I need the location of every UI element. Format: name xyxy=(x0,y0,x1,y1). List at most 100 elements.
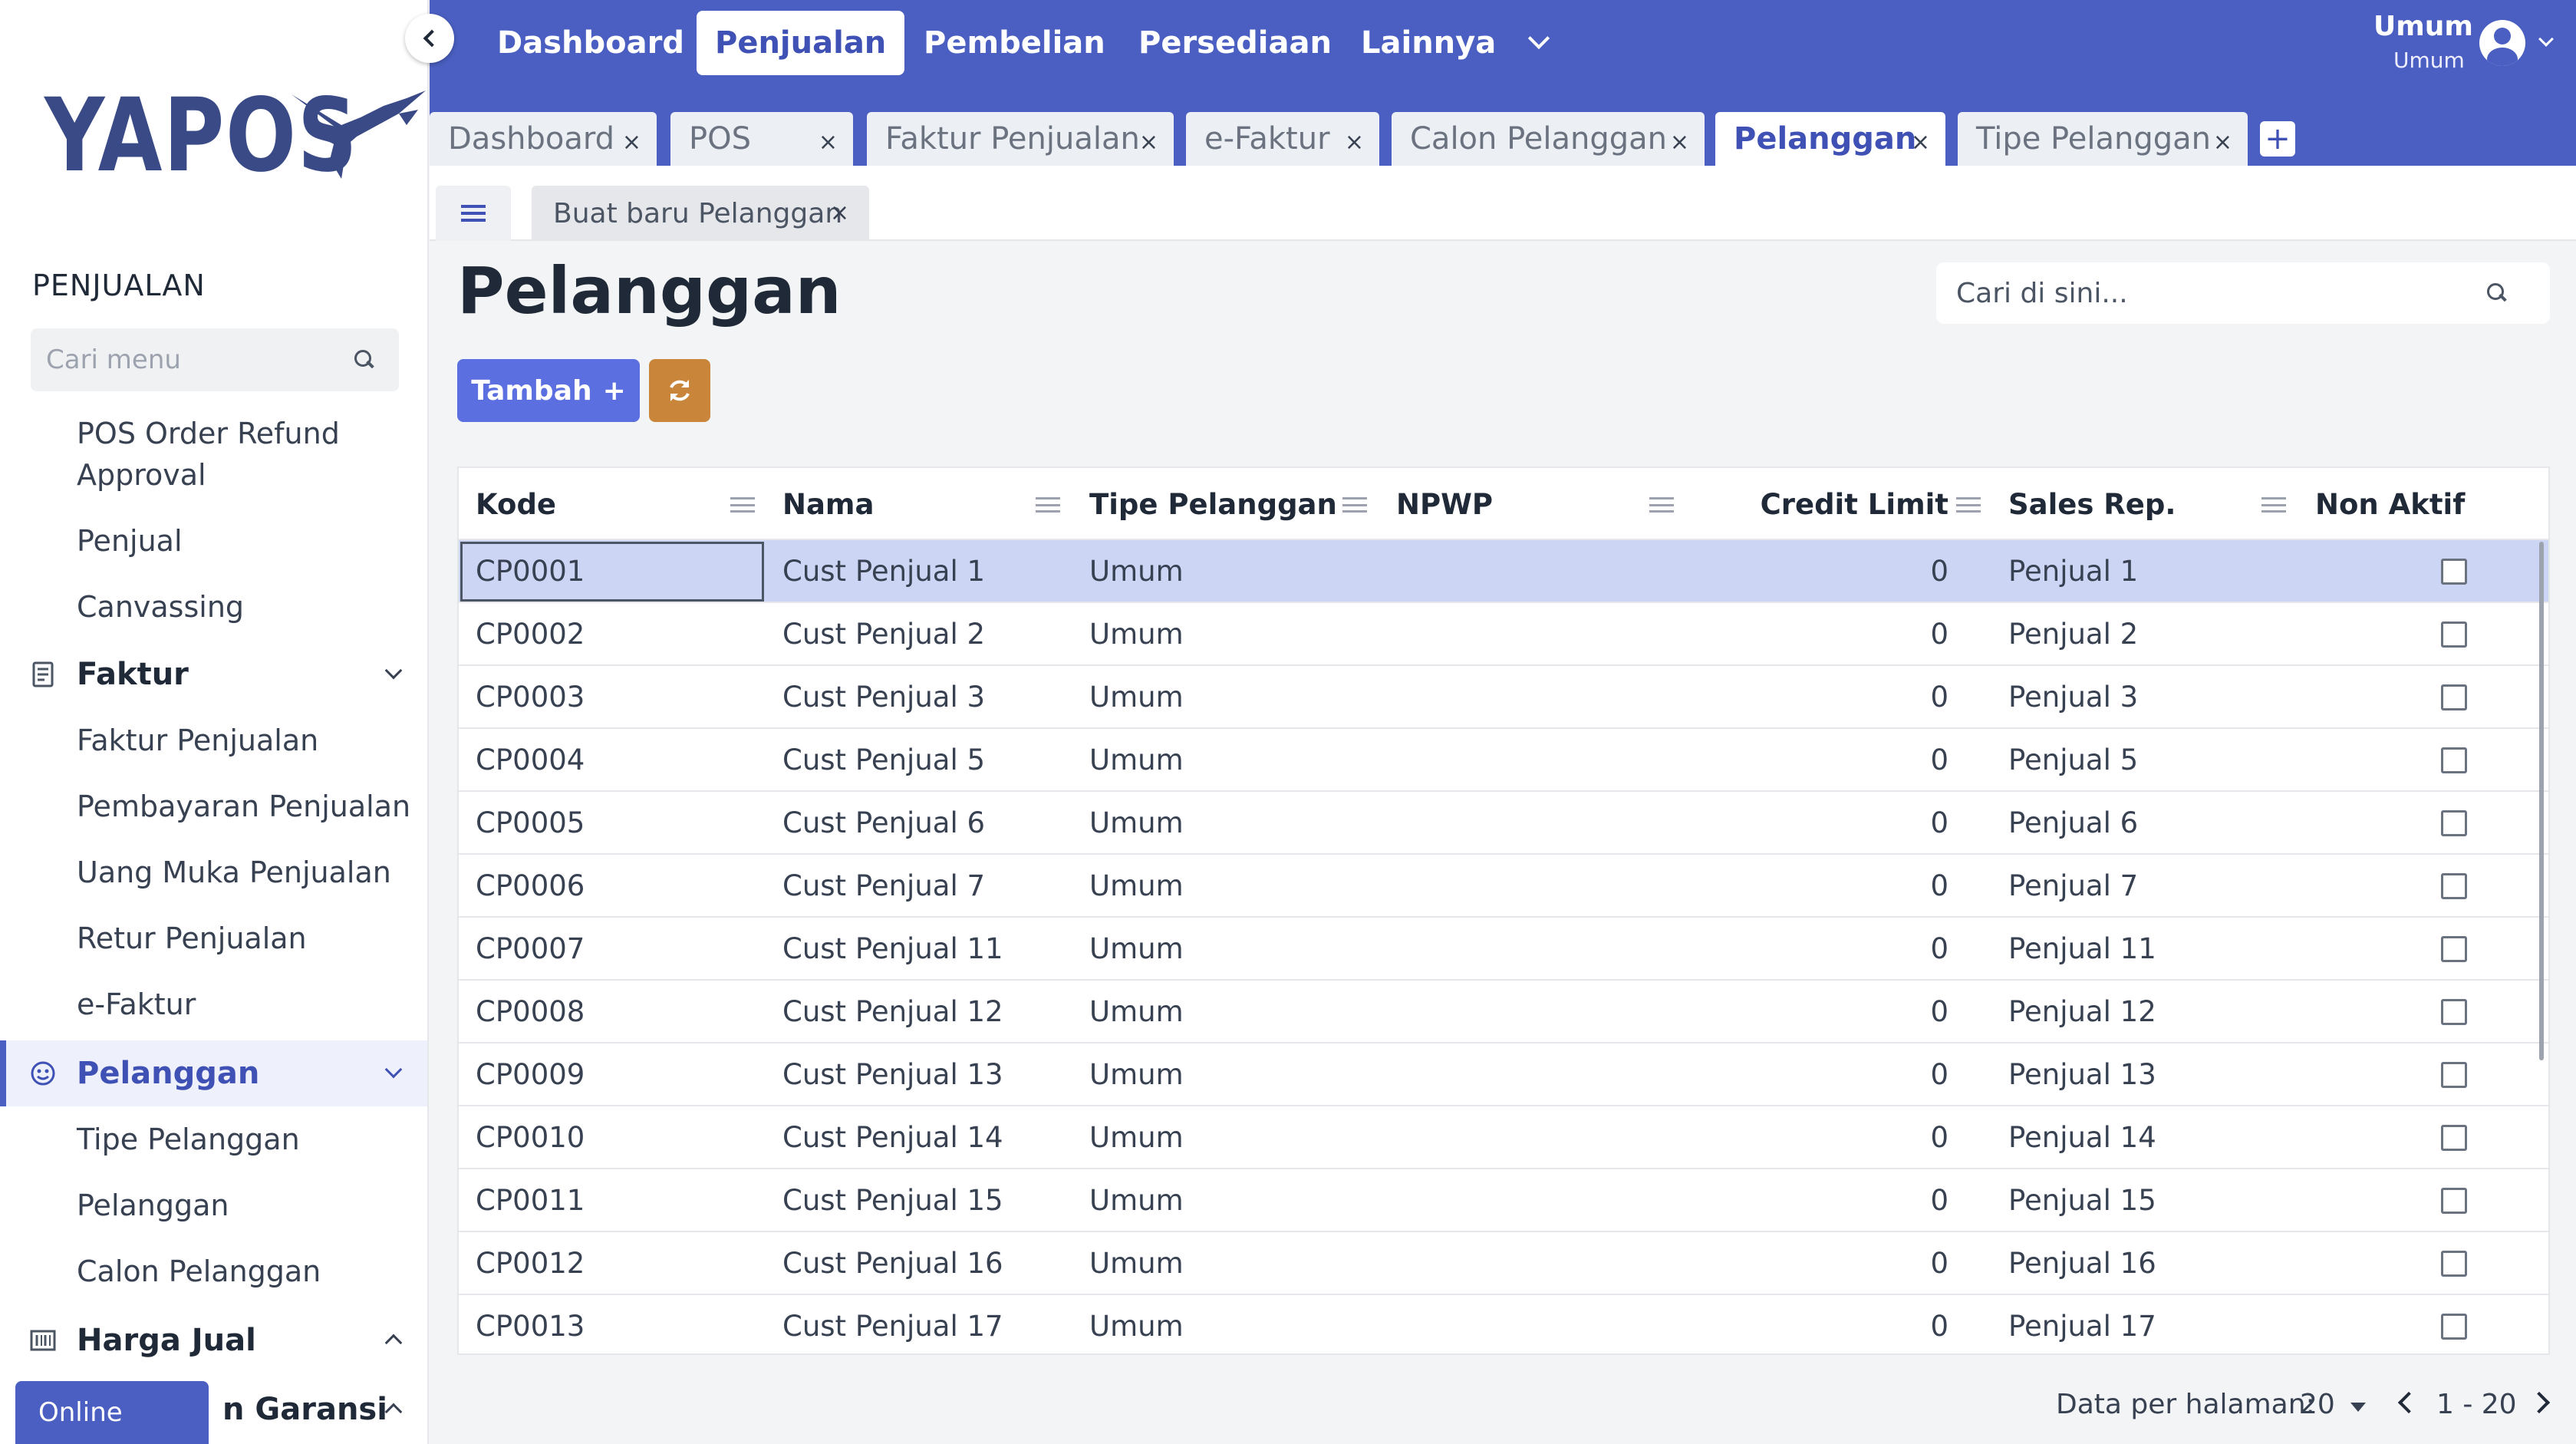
cell-nama[interactable]: Cust Penjual 16 xyxy=(782,1232,1003,1294)
close-icon[interactable]: × xyxy=(1911,129,1930,156)
cell-nama[interactable]: Cust Penjual 13 xyxy=(782,1043,1003,1105)
cell-credit-limit[interactable]: 0 xyxy=(1686,603,1948,664)
tab-dashboard[interactable]: Dashboard × xyxy=(430,112,657,166)
column-menu-icon[interactable] xyxy=(1036,497,1060,513)
cell-tipe-pelanggan[interactable]: Umum xyxy=(1089,1043,1184,1105)
tab-pos[interactable]: POS × xyxy=(670,112,853,166)
sidebar-item-penjual[interactable]: Penjual xyxy=(77,520,183,562)
cell-nama[interactable]: Cust Penjual 12 xyxy=(782,981,1003,1042)
cell-sales-rep[interactable]: Penjual 7 xyxy=(2008,855,2138,916)
cell-nama[interactable]: Cust Penjual 6 xyxy=(782,792,985,853)
non-aktif-checkbox[interactable] xyxy=(2441,684,2467,710)
cell-credit-limit[interactable]: 0 xyxy=(1686,855,1948,916)
tab-faktur-penjualan[interactable]: Faktur Penjualan × xyxy=(867,112,1174,166)
caret-down-icon[interactable] xyxy=(2350,1403,2366,1412)
cell-kode[interactable]: CP0011 xyxy=(476,1169,585,1231)
search-icon[interactable] xyxy=(2485,282,2508,305)
sidebar-item-uang-muka-penjualan[interactable]: Uang Muka Penjualan xyxy=(77,852,391,893)
cell-tipe-pelanggan[interactable]: Umum xyxy=(1089,540,1184,602)
non-aktif-checkbox[interactable] xyxy=(2441,999,2467,1025)
cell-sales-rep[interactable]: Penjual 14 xyxy=(2008,1106,2156,1168)
table-row[interactable]: CP0010 Cust Penjual 14 Umum 0 Penjual 14 xyxy=(459,1106,2548,1169)
subtab-buat-baru-pelanggan[interactable]: Buat baru Pelanggan × xyxy=(532,186,869,241)
cell-sales-rep[interactable]: Penjual 12 xyxy=(2008,981,2156,1042)
cell-kode[interactable]: CP0009 xyxy=(476,1043,585,1105)
cell-kode[interactable]: CP0001 xyxy=(476,540,585,602)
cell-kode[interactable]: CP0002 xyxy=(476,603,585,664)
sidebar-item-faktur-penjualan[interactable]: Faktur Penjualan xyxy=(77,720,318,761)
non-aktif-checkbox[interactable] xyxy=(2441,1251,2467,1277)
table-row[interactable]: CP0008 Cust Penjual 12 Umum 0 Penjual 12 xyxy=(459,981,2548,1043)
non-aktif-checkbox[interactable] xyxy=(2441,747,2467,773)
menu-search-input[interactable] xyxy=(46,345,353,375)
column-header-nama[interactable]: Nama xyxy=(782,468,874,540)
non-aktif-checkbox[interactable] xyxy=(2441,559,2467,585)
cell-tipe-pelanggan[interactable]: Umum xyxy=(1089,729,1184,790)
close-icon[interactable]: × xyxy=(830,199,849,226)
refresh-button[interactable] xyxy=(649,359,710,422)
add-tab-button[interactable]: + xyxy=(2260,121,2295,157)
tab-pelanggan[interactable]: Pelanggan × xyxy=(1715,112,1945,166)
cell-sales-rep[interactable]: Penjual 3 xyxy=(2008,666,2138,727)
column-header-non-aktif[interactable]: Non Aktif xyxy=(2315,468,2465,540)
topnav-pembelian[interactable]: Pembelian xyxy=(905,11,1124,75)
column-menu-icon[interactable] xyxy=(1342,497,1367,513)
close-icon[interactable]: × xyxy=(622,129,641,156)
column-menu-icon[interactable] xyxy=(730,497,755,513)
non-aktif-checkbox[interactable] xyxy=(2441,1314,2467,1340)
page-size-select[interactable]: 20 xyxy=(2300,1389,2335,1420)
topnav-persediaan[interactable]: Persediaan xyxy=(1120,11,1350,75)
cell-nama[interactable]: Cust Penjual 17 xyxy=(782,1295,1003,1353)
sidebar-group-pelanggan[interactable]: Pelanggan xyxy=(0,1040,427,1106)
cell-kode[interactable]: CP0012 xyxy=(476,1232,585,1294)
cell-kode[interactable]: CP0003 xyxy=(476,666,585,727)
yapos-logo[interactable]: YAPOS xyxy=(44,77,427,195)
next-page-button[interactable] xyxy=(2528,1391,2551,1414)
column-header-npwp[interactable]: NPWP xyxy=(1396,468,1493,540)
cell-sales-rep[interactable]: Penjual 16 xyxy=(2008,1232,2156,1294)
cell-credit-limit[interactable]: 0 xyxy=(1686,918,1948,979)
search-input[interactable] xyxy=(1956,277,2485,309)
sidebar-item-e-faktur[interactable]: e-Faktur xyxy=(77,984,196,1025)
cell-tipe-pelanggan[interactable]: Umum xyxy=(1089,792,1184,853)
cell-credit-limit[interactable]: 0 xyxy=(1686,540,1948,602)
cell-nama[interactable]: Cust Penjual 3 xyxy=(782,666,985,727)
avatar-icon[interactable] xyxy=(2479,20,2525,66)
table-row[interactable]: CP0013 Cust Penjual 17 Umum 0 Penjual 17 xyxy=(459,1295,2548,1353)
sidebar-group-faktur[interactable]: Faktur xyxy=(0,641,427,707)
column-header-kode[interactable]: Kode xyxy=(476,468,556,540)
column-menu-icon[interactable] xyxy=(1956,497,1981,513)
prev-page-button[interactable] xyxy=(2397,1391,2420,1414)
cell-credit-limit[interactable]: 0 xyxy=(1686,729,1948,790)
cell-credit-limit[interactable]: 0 xyxy=(1686,981,1948,1042)
cell-kode[interactable]: CP0010 xyxy=(476,1106,585,1168)
cell-credit-limit[interactable]: 0 xyxy=(1686,1169,1948,1231)
non-aktif-checkbox[interactable] xyxy=(2441,873,2467,899)
column-header-sales-rep[interactable]: Sales Rep. xyxy=(2008,468,2176,540)
cell-nama[interactable]: Cust Penjual 14 xyxy=(782,1106,1003,1168)
non-aktif-checkbox[interactable] xyxy=(2441,1125,2467,1151)
add-button[interactable]: Tambah + xyxy=(457,359,640,422)
cell-tipe-pelanggan[interactable]: Umum xyxy=(1089,666,1184,727)
tab-calon-pelanggan[interactable]: Calon Pelanggan × xyxy=(1392,112,1705,166)
cell-nama[interactable]: Cust Penjual 5 xyxy=(782,729,985,790)
cell-nama[interactable]: Cust Penjual 2 xyxy=(782,603,985,664)
column-menu-icon[interactable] xyxy=(2261,497,2286,513)
online-status-badge[interactable]: Online xyxy=(15,1381,209,1444)
search-icon[interactable] xyxy=(353,348,376,371)
cell-kode[interactable]: CP0008 xyxy=(476,981,585,1042)
cell-kode[interactable]: CP0007 xyxy=(476,918,585,979)
menu-search[interactable] xyxy=(31,328,399,391)
cell-nama[interactable]: Cust Penjual 11 xyxy=(782,918,1003,979)
table-row[interactable]: CP0003 Cust Penjual 3 Umum 0 Penjual 3 xyxy=(459,666,2548,729)
sidebar-item-pos-order-refund[interactable]: POS Order Refund xyxy=(77,413,340,454)
table-row[interactable]: CP0009 Cust Penjual 13 Umum 0 Penjual 13 xyxy=(459,1043,2548,1106)
cell-nama[interactable]: Cust Penjual 7 xyxy=(782,855,985,916)
cell-credit-limit[interactable]: 0 xyxy=(1686,1106,1948,1168)
cell-tipe-pelanggan[interactable]: Umum xyxy=(1089,1106,1184,1168)
non-aktif-checkbox[interactable] xyxy=(2441,1188,2467,1214)
sidebar-item-pelanggan[interactable]: Pelanggan xyxy=(77,1185,229,1226)
cell-credit-limit[interactable]: 0 xyxy=(1686,1295,1948,1353)
non-aktif-checkbox[interactable] xyxy=(2441,1062,2467,1088)
cell-tipe-pelanggan[interactable]: Umum xyxy=(1089,981,1184,1042)
